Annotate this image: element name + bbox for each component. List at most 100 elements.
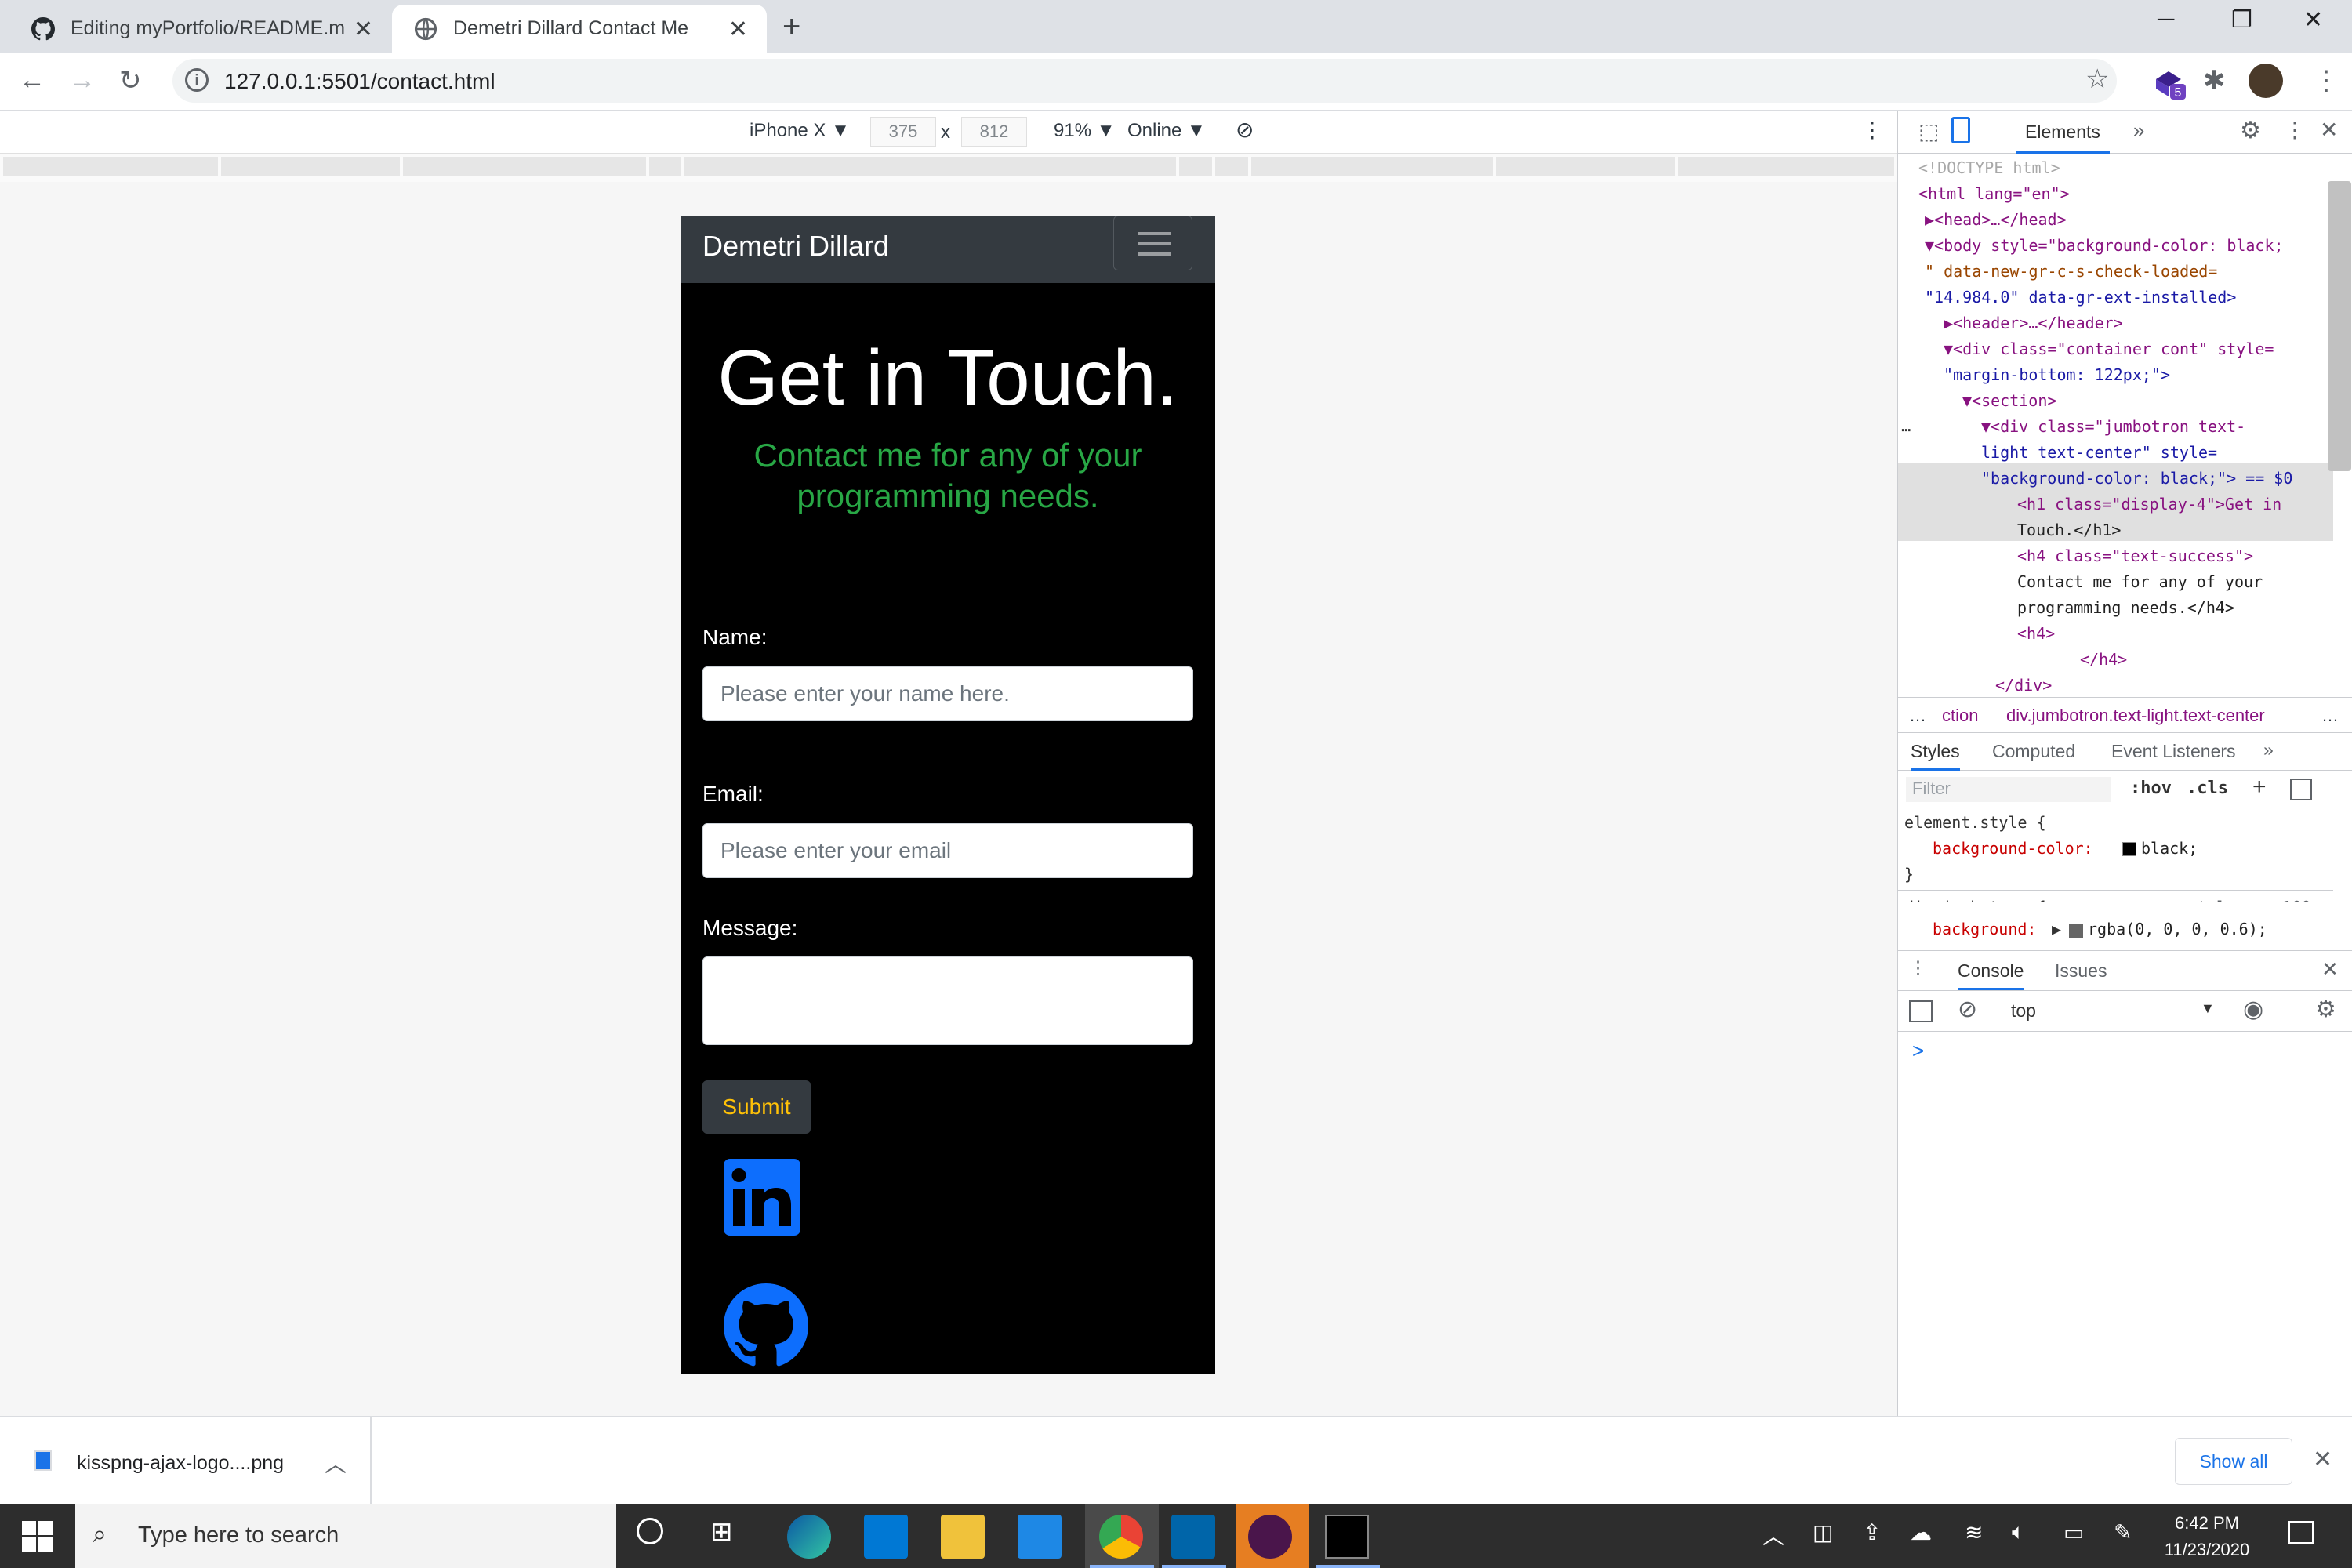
dom-line[interactable]: </h4>: [2080, 647, 2127, 673]
dom-line[interactable]: <h4>: [2017, 621, 2055, 647]
vscode-icon[interactable]: [1171, 1515, 1215, 1559]
download-filename[interactable]: kisspng-ajax-logo....png: [77, 1452, 284, 1475]
show-all-button[interactable]: Show all: [2175, 1438, 2292, 1485]
dom-line[interactable]: <h1 class="display-4">Get in: [2017, 492, 2281, 517]
dom-line[interactable]: light text-center" style=: [1981, 440, 2217, 466]
chevron-up-icon[interactable]: ︿: [325, 1447, 347, 1479]
breadcrumb-more[interactable]: …: [1909, 706, 1926, 726]
github-icon[interactable]: [724, 1283, 808, 1368]
dom-line[interactable]: "14.984.0" data-gr-ext-installed>: [1925, 285, 2236, 310]
new-rule-icon[interactable]: +: [2252, 774, 2267, 800]
device-width-input[interactable]: 375: [870, 117, 936, 147]
console-prompt[interactable]: >: [1912, 1039, 1924, 1063]
more-tabs-icon[interactable]: »: [2133, 118, 2144, 143]
color-swatch[interactable]: [2069, 924, 2083, 938]
avatar[interactable]: [2249, 64, 2283, 98]
maximize-icon[interactable]: ❐: [2231, 6, 2252, 34]
device-toggle-icon[interactable]: [1951, 117, 1970, 143]
tab-event-listeners[interactable]: Event Listeners: [2111, 741, 2236, 762]
tab-elements[interactable]: Elements: [2016, 111, 2110, 154]
hov-toggle[interactable]: :hov: [2130, 779, 2172, 798]
dom-line[interactable]: " data-new-gr-c-s-check-loaded=: [1925, 259, 2217, 285]
style-source-link[interactable]: style.css:100: [2188, 895, 2311, 902]
window-close-icon[interactable]: ✕: [2303, 6, 2323, 34]
chrome-icon[interactable]: [1099, 1515, 1143, 1559]
dom-line[interactable]: ▶<header>…</header>: [1944, 310, 2123, 336]
new-tab-button[interactable]: +: [782, 9, 800, 45]
wifi-icon[interactable]: ≋: [1965, 1519, 1983, 1545]
dom-line[interactable]: <h4 class="text-success">: [2017, 543, 2253, 569]
dom-line[interactable]: ▼<body style="background-color: black;: [1925, 233, 2284, 259]
edge-icon[interactable]: [787, 1515, 831, 1559]
dom-line[interactable]: <!DOCTYPE html>: [1918, 155, 2060, 181]
extension-icon[interactable]: 5: [2151, 65, 2187, 101]
style-value[interactable]: black;: [2141, 836, 2198, 862]
close-shelf-icon[interactable]: ✕: [2313, 1446, 2332, 1473]
taskbar-search-box[interactable]: ⌕ Type here to search: [75, 1504, 616, 1568]
dom-line[interactable]: ▼<div class="container cont" style=: [1944, 336, 2274, 362]
submit-button[interactable]: Submit: [702, 1080, 811, 1134]
minimize-icon[interactable]: ─: [2158, 6, 2174, 33]
reload-icon[interactable]: ↻: [119, 65, 142, 96]
name-input[interactable]: Please enter your name here.: [702, 666, 1193, 721]
breadcrumb-section[interactable]: ction: [1942, 706, 1978, 726]
cls-toggle[interactable]: .cls: [2187, 779, 2228, 798]
clear-console-icon[interactable]: ⊘: [1958, 996, 1977, 1023]
dom-line[interactable]: Contact me for any of your: [2017, 569, 2263, 595]
slack-icon[interactable]: [1248, 1515, 1292, 1559]
network-select[interactable]: Online ▼: [1127, 120, 1206, 142]
cortana-icon[interactable]: [637, 1518, 663, 1544]
task-view-icon[interactable]: ⊞: [710, 1516, 733, 1548]
style-selector[interactable]: element.style {: [1904, 810, 2046, 836]
eye-icon[interactable]: ◉: [2243, 996, 2263, 1023]
tab-issues[interactable]: Issues: [2055, 960, 2107, 982]
notification-icon[interactable]: [2288, 1521, 2314, 1544]
windows-start-icon[interactable]: [22, 1521, 53, 1552]
email-input[interactable]: Please enter your email: [702, 823, 1193, 878]
dom-line[interactable]: </div>: [1995, 673, 2052, 696]
context-select[interactable]: top: [2011, 1000, 2036, 1022]
menu-dots-icon[interactable]: ⋮: [2313, 65, 2339, 96]
console-sidebar-icon[interactable]: [1909, 1000, 1933, 1022]
meet-now-icon[interactable]: ◫: [1813, 1519, 1833, 1545]
style-selector[interactable]: div.jumbotron {: [1904, 895, 2046, 902]
dom-line[interactable]: ▼<div class="jumbotron text-: [1981, 414, 2245, 440]
bookmark-star-icon[interactable]: ☆: [2085, 64, 2109, 95]
tab-contact[interactable]: Demetri Dillard Contact Me ✕: [392, 5, 767, 53]
style-property[interactable]: background:: [1933, 920, 2036, 938]
tab-computed[interactable]: Computed: [1992, 741, 2075, 762]
style-property[interactable]: background-color:: [1933, 836, 2093, 862]
volume-icon[interactable]: 🔈︎: [2012, 1519, 2025, 1545]
expand-triangle-icon[interactable]: ▶: [2052, 920, 2061, 938]
tab-readme[interactable]: Editing myPortfolio/README.md ✕: [9, 5, 392, 53]
breadcrumb-current[interactable]: div.jumbotron.text-light.text-center: [2006, 706, 2265, 726]
breadcrumb-end[interactable]: …: [2321, 706, 2339, 726]
taskbar-clock[interactable]: 6:42 PM 11/23/2020: [2148, 1510, 2266, 1563]
close-tab-icon[interactable]: ✕: [728, 16, 748, 43]
sidebar-toggle-icon[interactable]: [2290, 779, 2312, 800]
message-textarea[interactable]: [702, 956, 1193, 1045]
device-menu-icon[interactable]: ⋮: [1861, 117, 1883, 143]
onedrive-icon[interactable]: ☁: [1910, 1519, 1932, 1545]
more-tabs-icon[interactable]: »: [2263, 739, 2274, 760]
mail-icon[interactable]: [1018, 1515, 1062, 1559]
devtools-menu-icon[interactable]: ⋮: [2284, 117, 2306, 143]
drawer-menu-icon[interactable]: ⋮: [1909, 957, 1927, 978]
filter-input[interactable]: Filter: [1906, 777, 2111, 802]
dom-line[interactable]: "margin-bottom: 122px;">: [1944, 362, 2170, 388]
store-icon[interactable]: [864, 1515, 908, 1559]
tab-styles[interactable]: Styles: [1911, 741, 1960, 771]
chevron-up-icon[interactable]: ︿: [1762, 1519, 1784, 1551]
devtools-close-icon[interactable]: ✕: [2320, 117, 2338, 143]
console-settings-icon[interactable]: ⚙: [2315, 996, 2336, 1023]
back-icon[interactable]: ←: [19, 65, 45, 96]
address-bar[interactable]: i 127.0.0.1:5501/contact.html: [172, 59, 2117, 103]
pen-icon[interactable]: ✎: [2114, 1519, 2132, 1545]
dom-line[interactable]: <html lang="en">: [1918, 181, 2070, 207]
puzzle-extensions-icon[interactable]: ✱: [2203, 65, 2226, 96]
linkedin-icon[interactable]: [724, 1159, 800, 1236]
dom-line[interactable]: ▶<head>…</head>: [1925, 207, 2067, 233]
color-swatch[interactable]: [2122, 842, 2136, 856]
rotate-icon[interactable]: ⊘: [1236, 117, 1254, 143]
forward-icon[interactable]: →: [69, 65, 96, 96]
